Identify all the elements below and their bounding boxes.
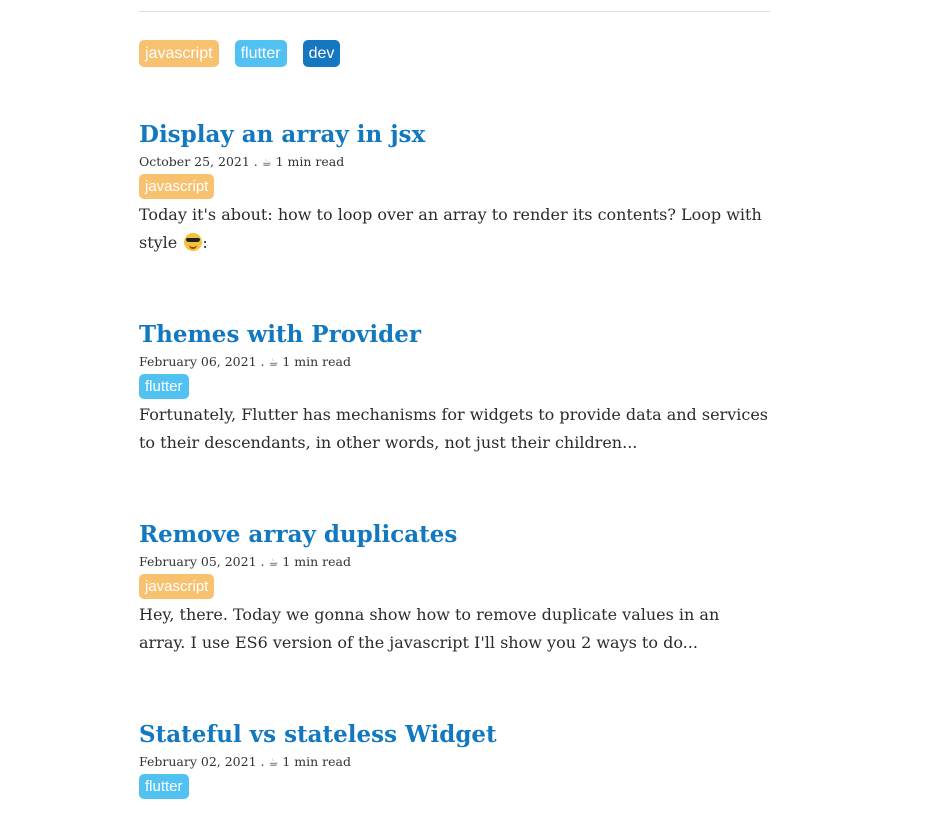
read-time: 1 min read [282, 754, 351, 769]
tag-filter-dev[interactable]: dev [302, 40, 341, 67]
coffee-cup-icon: ☕ [268, 556, 279, 569]
sunglasses-emoji-icon [184, 233, 203, 251]
post-tag-javascript[interactable]: javascript [139, 174, 215, 199]
post-excerpt: Fortunately, Flutter has mechanisms for … [139, 405, 768, 452]
post-meta: February 05, 2021 . ☕ 1 min read [139, 553, 770, 572]
post-title-link[interactable]: Display an array in jsx [139, 120, 770, 150]
post-card: Themes with Provider February 06, 2021 .… [139, 320, 770, 457]
post-excerpt: Today it's about: how to loop over an ar… [139, 201, 770, 257]
post-excerpt: Hey, there. Today we gonna show how to r… [139, 605, 720, 652]
post-excerpt-suffix: : [202, 233, 208, 252]
coffee-cup-icon: ☕ [268, 756, 279, 769]
post-meta: February 02, 2021 . ☕ 1 min read [139, 753, 770, 772]
header-divider [139, 11, 770, 12]
post-date: February 06, 2021 [139, 354, 257, 369]
post-title-link[interactable]: Stateful vs stateless Widget [139, 720, 770, 750]
coffee-cup-icon: ☕ [261, 156, 272, 169]
post-card: Remove array duplicates February 05, 202… [139, 520, 770, 657]
meta-separator: . [260, 354, 265, 369]
post-date: February 02, 2021 [139, 754, 257, 769]
tag-filter-javascript[interactable]: javascript [139, 40, 219, 67]
post-card: Display an array in jsx October 25, 2021… [139, 120, 770, 257]
post-tag-flutter[interactable]: flutter [139, 374, 189, 399]
read-time: 1 min read [282, 354, 351, 369]
read-time: 1 min read [275, 154, 345, 169]
post-card: Stateful vs stateless Widget February 02… [139, 720, 770, 799]
meta-separator: . [253, 154, 258, 169]
post-tag-javascript[interactable]: javascript [139, 574, 215, 599]
meta-separator: . [260, 554, 265, 569]
read-time: 1 min read [282, 554, 351, 569]
post-date: October 25, 2021 [139, 154, 250, 169]
post-meta: February 06, 2021 . ☕ 1 min read [139, 353, 770, 372]
post-excerpt-text: Today it's about: how to loop over an ar… [139, 205, 762, 252]
post-tag-flutter[interactable]: flutter [139, 774, 189, 799]
tag-filter-bar: javascript flutter dev [139, 40, 341, 67]
post-date: February 05, 2021 [139, 554, 257, 569]
meta-separator: . [260, 754, 265, 769]
post-meta: October 25, 2021 . ☕ 1 min read [139, 153, 770, 172]
post-title-link[interactable]: Themes with Provider [139, 320, 770, 350]
post-title-link[interactable]: Remove array duplicates [139, 520, 770, 550]
tag-filter-flutter[interactable]: flutter [234, 40, 287, 67]
coffee-cup-icon: ☕ [268, 356, 279, 369]
